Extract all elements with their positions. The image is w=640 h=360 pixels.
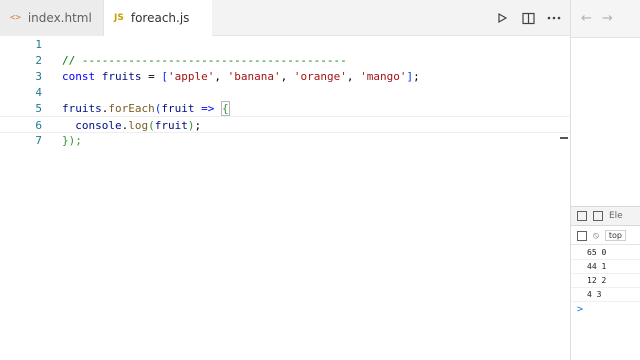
method: log — [128, 119, 149, 132]
code-text: const fruits = ['apple', 'banana', 'oran… — [62, 70, 420, 83]
closing-brackets: }); — [62, 134, 82, 147]
console-log-row: 65 0 — [571, 246, 640, 260]
code-line[interactable]: 5 fruits.forEach(fruit => { — [0, 100, 570, 117]
string: 'orange' — [293, 70, 347, 83]
console-prompt[interactable]: > — [577, 304, 583, 315]
inspect-element-icon[interactable] — [577, 211, 587, 221]
string: 'banana' — [227, 70, 281, 83]
js-file-icon: JS — [114, 13, 124, 23]
line-number: 7 — [35, 134, 42, 147]
browser-devtools-pane: ← → Ele ⦸ top 65 0 44 1 12 2 4 3 > — [570, 0, 640, 360]
run-icon[interactable] — [494, 10, 510, 26]
line-number: 3 — [35, 70, 42, 83]
split-editor-icon[interactable] — [520, 10, 536, 26]
string: 'mango' — [360, 70, 407, 83]
variable: fruits — [101, 70, 142, 83]
variable: fruits — [62, 102, 102, 115]
line-number: 4 — [35, 86, 42, 99]
method: forEach — [108, 102, 155, 115]
code-line[interactable]: 7 }); — [0, 132, 570, 149]
arrow: => — [201, 102, 215, 115]
clear-console-icon[interactable]: ⦸ — [593, 231, 599, 241]
bracket: [ — [161, 70, 168, 83]
tab-elements[interactable]: Ele — [609, 211, 623, 221]
code-editor: <> index.html JS foreach.js 1 2 // -----… — [0, 0, 570, 360]
line-number: 5 — [35, 102, 42, 115]
forward-arrow-icon[interactable]: → — [602, 11, 613, 26]
browser-nav-bar: ← → — [571, 0, 640, 38]
device-toolbar-icon[interactable] — [593, 211, 603, 221]
more-actions-icon[interactable] — [546, 10, 562, 26]
context-selector[interactable]: top — [604, 230, 626, 241]
operator: = — [141, 70, 162, 83]
tab-foreach-js[interactable]: JS foreach.js — [104, 0, 212, 36]
html-file-icon: <> — [10, 13, 21, 23]
line-number: 1 — [35, 38, 42, 51]
code-line[interactable]: 3 const fruits = ['apple', 'banana', 'or… — [0, 68, 570, 85]
code-text: fruits.forEach(fruit => { — [62, 101, 230, 116]
line-number: 2 — [35, 54, 42, 67]
comment: // -------------------------------------… — [62, 54, 347, 67]
console-toolbar: ⦸ top — [571, 227, 640, 245]
string: 'apple' — [168, 70, 215, 83]
sidebar-toggle-icon[interactable] — [577, 230, 587, 241]
code-line[interactable]: 1 — [0, 36, 570, 53]
argument: fruit — [154, 119, 188, 132]
code-line[interactable]: 2 // -----------------------------------… — [0, 52, 570, 69]
code-area[interactable]: 1 2 // ---------------------------------… — [0, 36, 570, 360]
tab-label: index.html — [27, 11, 92, 25]
code-line[interactable]: 4 — [0, 84, 570, 101]
code-line-current[interactable]: 6 console.log(fruit); — [0, 116, 570, 133]
parameter: fruit — [161, 102, 195, 115]
editor-actions — [494, 0, 562, 36]
scrollbar-marker[interactable] — [560, 137, 568, 139]
back-arrow-icon[interactable]: ← — [581, 11, 592, 26]
devtools-toolbar: Ele — [571, 206, 640, 226]
variable: console — [75, 119, 122, 132]
console-log-row: 44 1 — [571, 260, 640, 274]
tab-index-html[interactable]: <> index.html — [0, 0, 104, 36]
console-log-row: 4 3 — [571, 288, 640, 302]
tab-label: foreach.js — [130, 11, 190, 25]
console-log-row: 12 2 — [571, 274, 640, 288]
keyword: const — [62, 70, 96, 83]
editor-tab-bar: <> index.html JS foreach.js — [0, 0, 570, 36]
